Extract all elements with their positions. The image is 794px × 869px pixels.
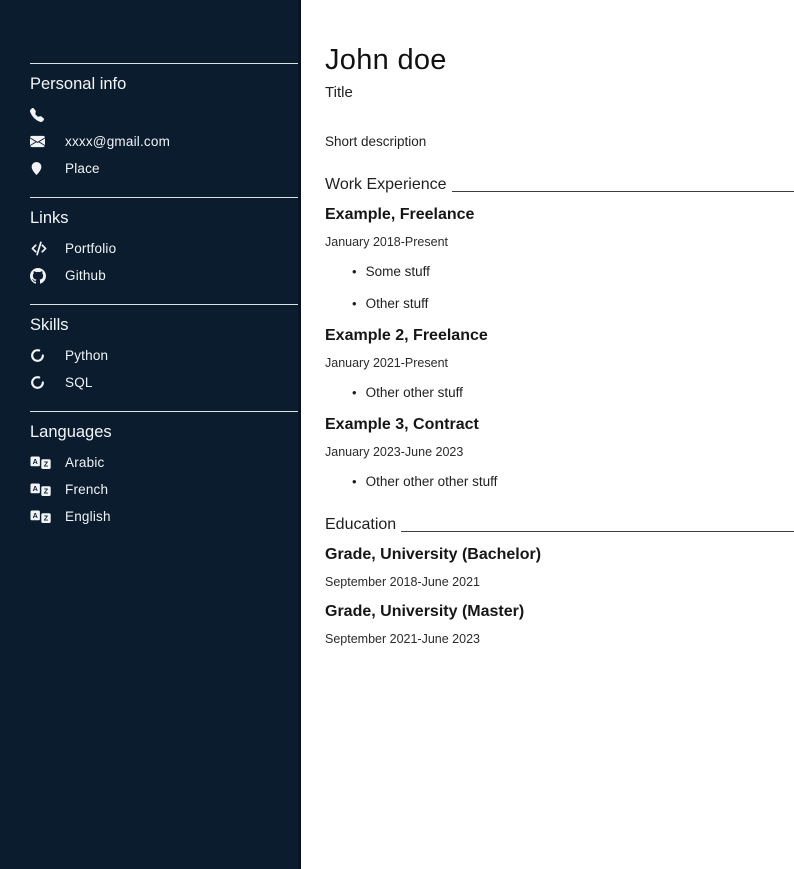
circle-notch-icon: [30, 375, 65, 390]
entry-title: Example 3, Contract: [325, 415, 794, 435]
entry-dates: January 2018-Present: [325, 234, 794, 250]
section-heading-label: Education: [325, 517, 396, 533]
bullet-item: Some stuff: [352, 262, 794, 281]
entry-bullets: Other other other stuff: [325, 472, 794, 491]
entry-title: Example, Freelance: [325, 205, 794, 225]
person-name: John doe: [325, 44, 794, 77]
sidebar-item[interactable]: Github: [0, 262, 298, 289]
sidebar-item: SQL: [0, 369, 298, 396]
sidebar-rows: xxxx@gmail.com Place: [0, 101, 298, 182]
section-entries: Grade, University (Bachelor) September 2…: [325, 545, 794, 647]
sidebar-item-label: English: [65, 509, 111, 524]
section-entries: Example, Freelance January 2018-Present …: [325, 205, 794, 491]
language-icon: AZ: [30, 456, 65, 470]
sidebar-item-label: Arabic: [65, 455, 104, 470]
sidebar-sections: Personal info xxxx@gmail.com: [0, 63, 298, 530]
resume-entry: Example, Freelance January 2018-Present …: [325, 205, 794, 313]
envelope-icon: [30, 134, 65, 149]
sidebar-rows: Portfolio Github: [0, 235, 298, 289]
bullet-item: Other other stuff: [352, 383, 794, 402]
language-icon: AZ: [30, 483, 65, 497]
svg-text:Z: Z: [44, 486, 49, 495]
resume-sections: Work Experience Example, Freelance Janua…: [325, 177, 794, 647]
sidebar-item: Place: [0, 155, 298, 182]
sidebar-divider: [30, 411, 298, 412]
sidebar-item: AZ French: [0, 476, 298, 503]
svg-text:Z: Z: [44, 513, 49, 522]
sidebar-section-heading: Links: [30, 205, 298, 231]
entry-dates: January 2023-June 2023: [325, 444, 794, 460]
sidebar-section-heading: Skills: [30, 312, 298, 338]
resume-section: Work Experience Example, Freelance Janua…: [325, 177, 794, 491]
entry-title: Grade, University (Master): [325, 602, 794, 622]
circle-notch-icon: [30, 348, 65, 363]
resume-entry: Grade, University (Master) September 202…: [325, 602, 794, 647]
sidebar-item-label: Python: [65, 348, 108, 363]
resume-page: { "colors": { "sidebar_bg": "#0b1c2e", "…: [0, 0, 794, 869]
sidebar-item-label: SQL: [65, 375, 93, 390]
section-heading: Work Experience: [325, 177, 794, 193]
sidebar-item-label: Github: [65, 268, 106, 283]
entry-bullets: Other other stuff: [325, 383, 794, 402]
sidebar-section-heading: Languages: [30, 419, 298, 445]
entry-title: Grade, University (Bachelor): [325, 545, 794, 565]
sidebar-item: Python: [0, 342, 298, 369]
sidebar: Personal info xxxx@gmail.com: [0, 0, 301, 869]
entry-dates: September 2018-June 2021: [325, 574, 794, 590]
language-icon: AZ: [30, 510, 65, 524]
sidebar-item[interactable]: Portfolio: [0, 235, 298, 262]
resume-entry: Example 2, Freelance January 2021-Presen…: [325, 326, 794, 402]
sidebar-item-label: Portfolio: [65, 241, 116, 256]
github-icon: [30, 268, 65, 284]
section-heading: Education: [325, 517, 794, 533]
sidebar-rows: AZ Arabic AZ French AZ English: [0, 449, 298, 530]
sidebar-section: Links Portfolio Github: [0, 197, 298, 289]
section-heading-label: Work Experience: [325, 177, 447, 193]
bullet-item: Other stuff: [352, 294, 794, 313]
entry-dates: September 2021-June 2023: [325, 631, 794, 647]
section-heading-line: [401, 531, 794, 532]
sidebar-section: Personal info xxxx@gmail.com: [0, 63, 298, 182]
sidebar-section: Skills Python SQL: [0, 304, 298, 396]
section-heading-line: [452, 191, 794, 192]
entry-dates: January 2021-Present: [325, 355, 794, 371]
sidebar-item-label: xxxx@gmail.com: [65, 134, 170, 149]
sidebar-divider: [30, 197, 298, 198]
entry-title: Example 2, Freelance: [325, 326, 794, 346]
sidebar-divider: [30, 63, 298, 64]
resume-section: Education Grade, University (Bachelor) S…: [325, 517, 794, 647]
svg-text:A: A: [33, 484, 38, 493]
sidebar-section-heading: Personal info: [30, 71, 298, 97]
short-description: Short description: [325, 133, 794, 151]
entry-bullets: Some stuff Other stuff: [325, 262, 794, 313]
sidebar-section: Languages AZ Arabic AZ French: [0, 411, 298, 530]
resume-entry: Grade, University (Bachelor) September 2…: [325, 545, 794, 590]
sidebar-item-label: Place: [65, 161, 100, 176]
person-title: Title: [325, 83, 794, 102]
sidebar-rows: Python SQL: [0, 342, 298, 396]
sidebar-item: [0, 101, 298, 128]
bullet-item: Other other other stuff: [352, 472, 794, 491]
svg-text:A: A: [33, 511, 38, 520]
sidebar-item: xxxx@gmail.com: [0, 128, 298, 155]
svg-text:A: A: [33, 457, 38, 466]
svg-text:Z: Z: [44, 459, 49, 468]
code-icon: [30, 241, 65, 256]
resume-body: John doe Title Short description Work Ex…: [304, 0, 794, 869]
sidebar-item: AZ Arabic: [0, 449, 298, 476]
sidebar-divider: [30, 304, 298, 305]
sidebar-item-label: French: [65, 482, 108, 497]
phone-icon: [30, 108, 65, 122]
location-icon: [30, 161, 65, 176]
resume-entry: Example 3, Contract January 2023-June 20…: [325, 415, 794, 491]
sidebar-item: AZ English: [0, 503, 298, 530]
